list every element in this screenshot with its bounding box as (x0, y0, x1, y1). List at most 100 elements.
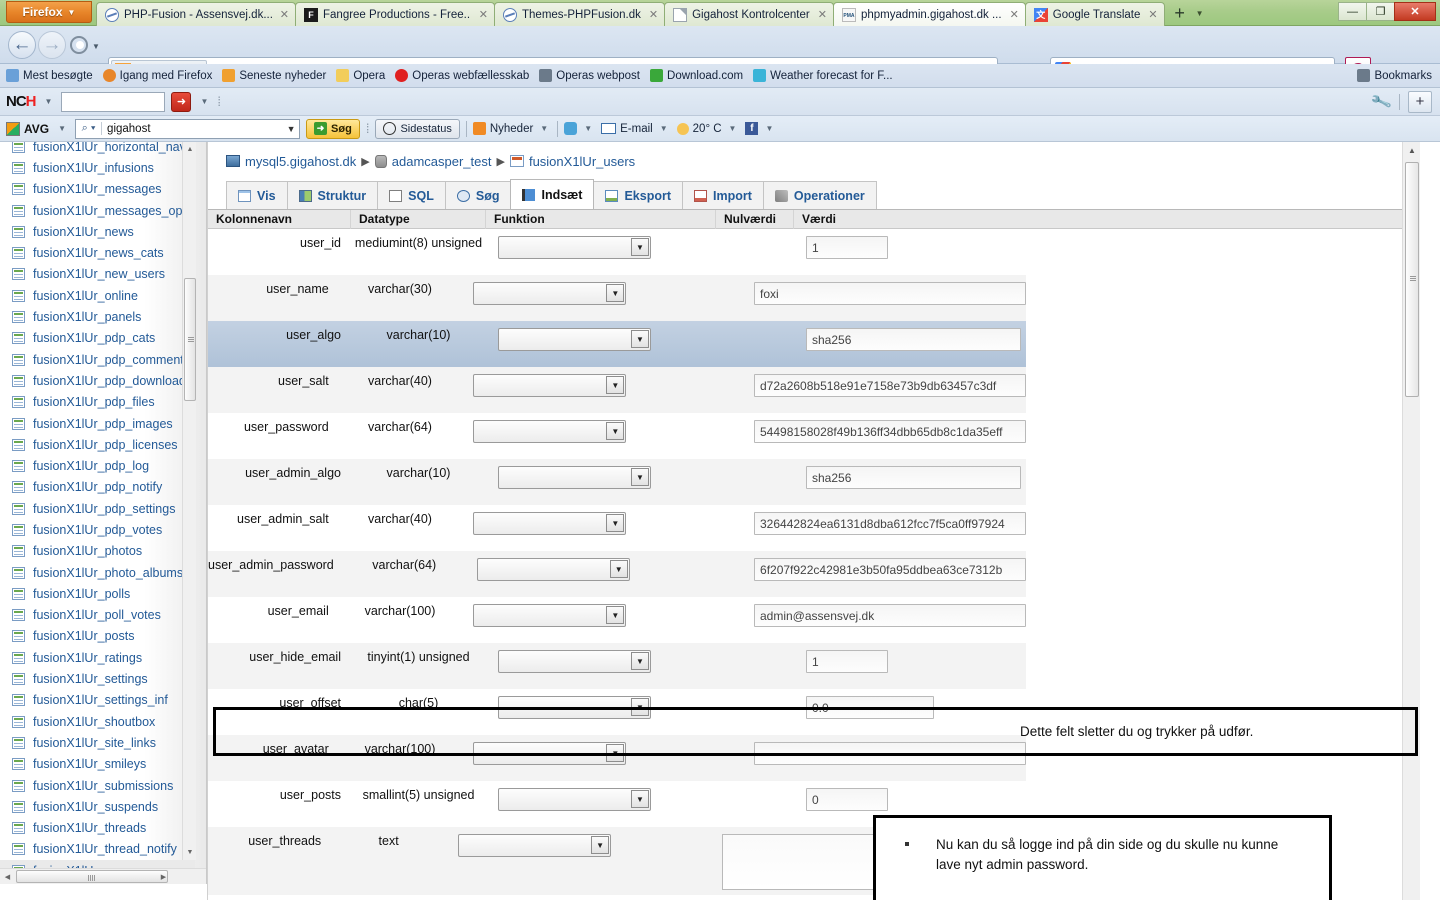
function-select[interactable]: ▼ (498, 696, 651, 719)
sidebar-table-item[interactable]: fusionX1lUr_pdp_notify (0, 477, 195, 498)
close-window-button[interactable]: ✕ (1394, 2, 1436, 21)
sidebar-table-item[interactable]: fusionX1lUr_pdp_downloads (0, 370, 195, 391)
sidebar-table-item[interactable]: fusionX1lUr_pdp_votes (0, 519, 195, 540)
nch-action-icon[interactable]: ➜ (171, 91, 192, 112)
scroll-right-icon[interactable]: ▶ (156, 869, 171, 884)
close-icon[interactable]: ✕ (1010, 8, 1019, 21)
close-icon[interactable]: ✕ (818, 8, 827, 21)
close-icon[interactable]: ✕ (649, 8, 658, 21)
chevron-down-icon[interactable]: ▼ (606, 422, 625, 440)
function-select[interactable]: ▼ (498, 788, 651, 811)
bookmarks-menu-button[interactable]: Bookmarks (1357, 69, 1432, 82)
sidebar-table-item[interactable]: fusionX1lUr_news (0, 221, 195, 242)
sidebar-table-item[interactable]: fusionX1lUr_pdp_files (0, 392, 195, 413)
sidebar-table-item[interactable]: fusionX1lUr_messages_opt (0, 200, 195, 221)
function-select-input[interactable] (473, 604, 627, 627)
browser-tab-4[interactable]: Gigahost Kontrolcenter ✕ (664, 2, 834, 26)
wrench-icon[interactable]: 🔧 (1370, 90, 1393, 113)
chevron-down-icon[interactable]: ▼ (631, 790, 649, 808)
function-select[interactable]: ▼ (473, 282, 627, 305)
chevron-down-icon[interactable]: ▼ (606, 744, 625, 762)
minimize-button[interactable]: — (1338, 2, 1367, 21)
breadcrumb-database[interactable]: adamcasper_test (374, 154, 491, 169)
sidebar-table-item[interactable]: fusionX1lUr_smileys (0, 754, 195, 775)
chevron-down-icon[interactable]: ▼ (631, 238, 649, 256)
sidebar-table-item[interactable]: fusionX1lUr_ratings (0, 647, 195, 668)
function-select[interactable]: ▼ (473, 604, 627, 627)
sidebar-table-item[interactable]: fusionX1lUr_pdp_licenses (0, 434, 195, 455)
bookmark-item[interactable]: Seneste nyheder (222, 69, 326, 82)
value-input[interactable] (806, 236, 888, 259)
scrollbar-thumb[interactable] (16, 870, 168, 883)
add-button[interactable]: + (1408, 90, 1432, 113)
browser-tab-1[interactable]: PHP-Fusion - Assensvej.dk... ✕ (96, 2, 296, 26)
scrollbar-thumb[interactable] (184, 278, 196, 401)
facebook-button[interactable]: f ▼ (745, 122, 776, 135)
function-select-input[interactable] (473, 742, 627, 765)
scroll-up-icon[interactable]: ▲ (183, 142, 197, 157)
scroll-left-icon[interactable]: ◀ (0, 869, 15, 884)
bookmark-item[interactable]: Operas webpost (539, 69, 640, 82)
value-input[interactable] (806, 650, 888, 673)
avg-search-button[interactable]: ➜ Søg (306, 118, 360, 139)
sidebar-table-item[interactable]: fusionX1lUr_photo_albums (0, 562, 195, 583)
sidebar-table-item[interactable]: fusionX1lUr_new_users (0, 264, 195, 285)
browser-tab-3[interactable]: Themes-PHPFusion.dk ✕ (494, 2, 666, 26)
bookmark-item[interactable]: Opera (336, 69, 385, 82)
chevron-down-icon[interactable]: ▼ (726, 124, 740, 133)
value-input[interactable] (754, 374, 1026, 397)
scroll-down-icon[interactable]: ▼ (183, 845, 197, 860)
sidebar-table-item[interactable]: fusionX1lUr_pdp_images (0, 413, 195, 434)
function-select[interactable]: ▼ (498, 650, 651, 673)
browser-tab-6[interactable]: 文 Google Translate ✕ (1024, 2, 1165, 26)
value-input[interactable] (754, 282, 1026, 305)
avg-search-box[interactable]: ⌕ ▾ gigahost ▼ (75, 118, 301, 139)
function-select-input[interactable] (473, 420, 627, 443)
email-button[interactable]: E-mail ▼ (601, 123, 671, 135)
chevron-down-icon[interactable]: ▼ (606, 606, 625, 624)
chevron-down-icon[interactable]: ▼ (631, 652, 649, 670)
sidebar-table-item[interactable]: fusionX1lUr_settings_inf (0, 690, 195, 711)
new-tab-button[interactable]: + (1168, 2, 1192, 24)
sidebar-table-item[interactable]: fusionX1lUr_threads (0, 818, 195, 839)
chevron-down-icon[interactable]: ▼ (581, 124, 595, 133)
function-select-input[interactable] (473, 282, 627, 305)
sidebar-table-item[interactable]: fusionX1lUr_messages (0, 179, 195, 200)
sidebar-horizontal-scrollbar[interactable]: ◀ ▶ (0, 868, 206, 884)
stop-icon[interactable] (70, 36, 88, 54)
sidebar-table-item[interactable]: fusionX1lUr_submissions (0, 775, 195, 796)
function-select[interactable]: ▼ (473, 512, 627, 535)
tab-import[interactable]: Import (682, 181, 764, 209)
sidebar-table-item[interactable]: fusionX1lUr_polls (0, 583, 195, 604)
bookmark-item[interactable]: Mest besøgte (6, 69, 93, 82)
function-select-input[interactable] (498, 788, 651, 811)
back-button[interactable]: ← (8, 31, 36, 59)
function-select-input[interactable] (473, 512, 627, 535)
chevron-down-icon[interactable]: ▼ (606, 284, 625, 302)
forward-button[interactable]: → (38, 31, 66, 59)
weather-button[interactable]: 20° C ▼ (676, 122, 740, 135)
sidebar-table-item[interactable]: fusionX1lUr_poll_votes (0, 605, 195, 626)
value-input[interactable] (754, 420, 1026, 443)
function-select[interactable]: ▼ (498, 236, 651, 259)
sidebar-table-item[interactable]: fusionX1lUr_settings (0, 668, 195, 689)
tab-operationer[interactable]: Operationer (762, 181, 877, 209)
chevron-down-icon[interactable]: ▼ (631, 698, 649, 716)
function-select-input[interactable] (473, 374, 627, 397)
sidebar-table-item[interactable]: fusionX1lUr_panels (0, 306, 195, 327)
chevron-down-icon[interactable]: ▼ (606, 514, 625, 532)
function-select-input[interactable] (458, 834, 612, 857)
tab-sql[interactable]: SQL (377, 181, 446, 209)
value-input[interactable] (806, 696, 934, 719)
main-vertical-scrollbar[interactable]: ▲ (1402, 142, 1420, 900)
function-select[interactable]: ▼ (498, 466, 651, 489)
function-select-input[interactable] (498, 236, 651, 259)
value-input[interactable] (754, 742, 1026, 765)
sidebar-table-item[interactable]: fusionX1lUr_posts (0, 626, 195, 647)
close-icon[interactable]: ✕ (479, 8, 488, 21)
bookmark-item[interactable]: Operas webfællesskab (395, 69, 529, 82)
sidebar-table-item[interactable]: fusionX1lUr_thread_notify (0, 839, 195, 860)
sidebar-table-item[interactable]: fusionX1lUr_pdp_cats (0, 328, 195, 349)
restore-button[interactable]: ❐ (1366, 2, 1395, 21)
sidebar-table-item[interactable]: fusionX1lUr_pdp_settings (0, 498, 195, 519)
